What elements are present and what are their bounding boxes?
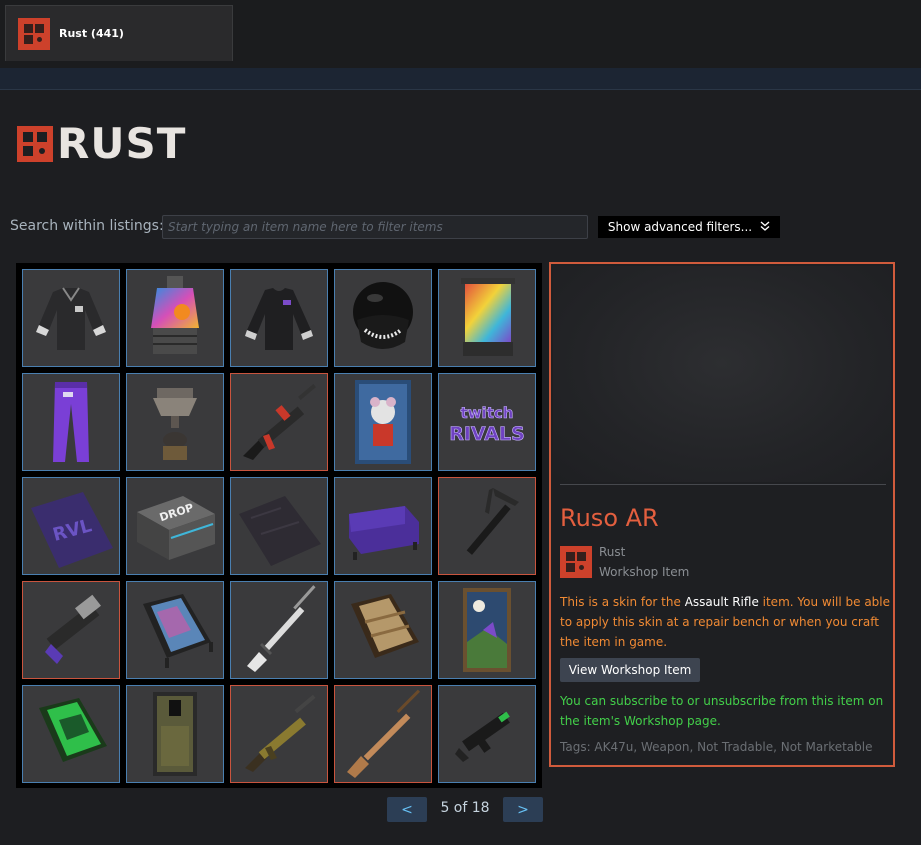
svg-text:RIVALS: RIVALS bbox=[449, 423, 525, 445]
locker-icon bbox=[153, 692, 197, 776]
inventory-item[interactable]: RVL bbox=[22, 477, 120, 575]
header-strip bbox=[0, 68, 921, 90]
pager-next-button[interactable]: > bbox=[503, 797, 543, 822]
inventory-grid: twitch RIVALS RVL DROP bbox=[16, 263, 542, 788]
inventory-item[interactable] bbox=[22, 685, 120, 783]
inventory-item[interactable] bbox=[126, 373, 224, 471]
inventory-item[interactable] bbox=[22, 373, 120, 471]
rifle-icon bbox=[245, 694, 316, 772]
advanced-filters-label: Show advanced filters... bbox=[607, 220, 753, 234]
item-detail-panel: Ruso AR Rust Workshop Item This is a ski… bbox=[549, 262, 895, 767]
inventory-item[interactable]: twitch RIVALS bbox=[438, 373, 536, 471]
rug-icon: RVL bbox=[31, 492, 113, 568]
launcher-icon bbox=[45, 594, 101, 664]
double-chevron-down-icon bbox=[760, 220, 770, 234]
rifle-icon bbox=[243, 384, 316, 460]
inventory-item[interactable] bbox=[334, 269, 432, 367]
inventory-item[interactable] bbox=[438, 269, 536, 367]
sofa-icon bbox=[349, 506, 419, 560]
trophy-icon bbox=[153, 388, 197, 460]
item-game-name: Rust bbox=[599, 545, 626, 559]
item-preview bbox=[553, 266, 891, 482]
view-workshop-item-button[interactable]: View Workshop Item bbox=[560, 658, 700, 682]
inventory-item[interactable] bbox=[230, 269, 328, 367]
inventory-item-selected[interactable] bbox=[230, 373, 328, 471]
inventory-item[interactable] bbox=[126, 685, 224, 783]
item-name: Ruso AR bbox=[560, 504, 659, 532]
tarp-icon bbox=[239, 496, 321, 566]
hunting-rifle-icon bbox=[247, 585, 316, 672]
rust-logo: RUST bbox=[17, 119, 187, 168]
inventory-item[interactable] bbox=[22, 269, 120, 367]
pager-text: 5 of 18 bbox=[440, 800, 490, 816]
painting-icon bbox=[463, 588, 511, 672]
furnace-icon bbox=[151, 276, 199, 354]
banner-icon bbox=[461, 278, 515, 356]
item-description: This is a skin for the Assault Rifle ite… bbox=[560, 592, 890, 652]
game-tab-label: Rust (441) bbox=[59, 27, 124, 40]
divider bbox=[560, 484, 886, 485]
desc-text-pre: This is a skin for the bbox=[560, 595, 685, 609]
game-tab-bar: Rust (441) bbox=[0, 0, 921, 68]
rust-game-icon bbox=[560, 546, 592, 578]
inventory-item[interactable] bbox=[230, 581, 328, 679]
desc-base-item: Assault Rifle bbox=[684, 595, 759, 609]
poster-icon bbox=[355, 380, 411, 464]
inventory-item[interactable] bbox=[438, 581, 536, 679]
bolt-rifle-icon bbox=[347, 689, 421, 778]
item-tags: Tags: AK47u, Weapon, Not Tradable, Not M… bbox=[560, 740, 873, 754]
drop-box-icon: DROP bbox=[137, 496, 215, 560]
game-tab-rust[interactable]: Rust (441) bbox=[5, 5, 233, 61]
inventory-item[interactable] bbox=[438, 685, 536, 783]
pickaxe-icon bbox=[466, 488, 519, 555]
inventory-item[interactable] bbox=[334, 581, 432, 679]
tshirt-icon bbox=[245, 288, 313, 350]
inventory-item[interactable] bbox=[334, 477, 432, 575]
inventory-item[interactable] bbox=[126, 269, 224, 367]
svg-text:twitch: twitch bbox=[461, 404, 514, 422]
pants-icon bbox=[53, 382, 89, 462]
inventory-item[interactable]: DROP bbox=[126, 477, 224, 575]
subscribe-note: You can subscribe to or unsubscribe from… bbox=[560, 694, 884, 728]
bed-icon bbox=[39, 698, 107, 762]
bed-icon bbox=[351, 594, 419, 658]
inventory-item[interactable] bbox=[230, 477, 328, 575]
helmet-icon bbox=[353, 282, 413, 349]
search-label: Search within listings: bbox=[10, 218, 164, 234]
logo-wordmark: RUST bbox=[57, 119, 187, 168]
inventory-item[interactable] bbox=[334, 685, 432, 783]
twitch-rivals-logo-icon: twitch RIVALS bbox=[449, 404, 525, 446]
inventory-item[interactable] bbox=[334, 373, 432, 471]
item-type: Workshop Item bbox=[599, 565, 690, 579]
rust-game-icon bbox=[18, 17, 50, 50]
inventory-item[interactable] bbox=[438, 477, 536, 575]
hoodie-icon bbox=[36, 287, 106, 350]
pager-prev-button[interactable]: < bbox=[387, 797, 427, 822]
smg-icon bbox=[455, 711, 510, 762]
rust-logo-mark-icon bbox=[17, 126, 53, 162]
advanced-filters-button[interactable]: Show advanced filters... bbox=[598, 216, 780, 238]
search-input[interactable] bbox=[162, 215, 588, 239]
inventory-item[interactable] bbox=[126, 581, 224, 679]
inventory-item[interactable] bbox=[22, 581, 120, 679]
inventory-item[interactable] bbox=[230, 685, 328, 783]
bed-icon bbox=[143, 594, 213, 668]
